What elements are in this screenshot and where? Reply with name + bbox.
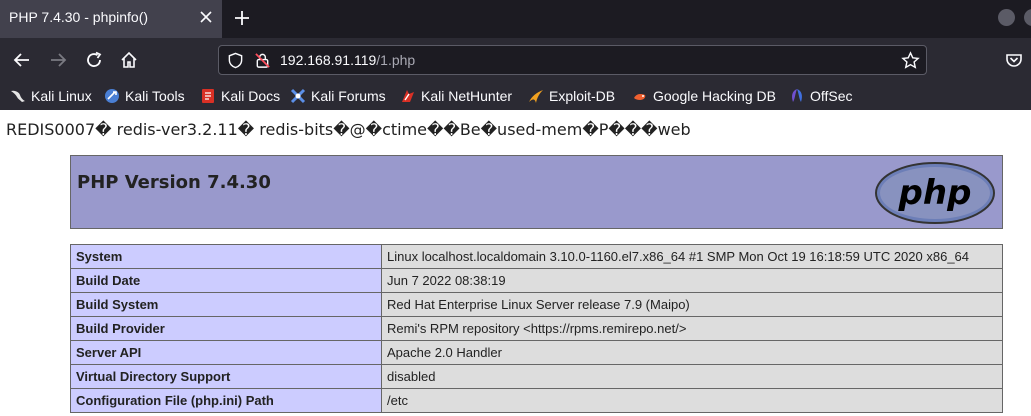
php-info-table: System Linux localhost.localdomain 3.10.…	[70, 244, 1003, 413]
bookmark-label: Exploit-DB	[549, 88, 616, 104]
bookmark-kali-tools[interactable]: Kali Tools	[104, 86, 185, 106]
url-text[interactable]: 192.168.91.119/1.php	[280, 52, 415, 68]
row-value: Red Hat Enterprise Linux Server release …	[381, 292, 1003, 317]
row-key: System	[70, 244, 382, 269]
maximize-button[interactable]	[1024, 9, 1031, 26]
table-row: Virtual Directory Support disabled	[70, 364, 1003, 389]
bookmark-label: OffSec	[810, 88, 853, 104]
bookmark-offsec[interactable]: OffSec	[789, 86, 853, 106]
bookmark-label: Kali Docs	[221, 88, 281, 104]
kali-docs-icon	[202, 89, 214, 103]
php-logo-text: php	[898, 173, 972, 213]
redis-dump-text: REDIS0007� redis-ver3.2.11� redis-bits�@…	[6, 120, 691, 139]
pocket-icon[interactable]	[1004, 50, 1024, 70]
row-key: Build System	[70, 292, 382, 317]
table-row: Build Provider Remi's RPM repository <ht…	[70, 316, 1003, 341]
navigation-toolbar: 192.168.91.119/1.php	[0, 38, 1031, 82]
home-icon[interactable]	[119, 50, 139, 70]
table-row: System Linux localhost.localdomain 3.10.…	[70, 244, 1003, 269]
bookmark-label: Kali Linux	[31, 88, 92, 104]
row-value: Apache 2.0 Handler	[381, 340, 1003, 365]
tab-strip: PHP 7.4.30 - phpinfo()	[0, 0, 1031, 38]
row-key: Server API	[70, 340, 382, 365]
php-version-header: PHP Version 7.4.30 php	[70, 155, 1003, 229]
table-row: Build System Red Hat Enterprise Linux Se…	[70, 292, 1003, 317]
offsec-icon	[792, 89, 802, 102]
row-key: Configuration File (php.ini) Path	[70, 388, 382, 413]
table-row: Configuration File (php.ini) Path /etc	[70, 388, 1003, 413]
bookmark-star-icon[interactable]	[901, 51, 920, 70]
bookmark-kali-forums[interactable]: Kali Forums	[290, 86, 386, 106]
row-value: disabled	[381, 364, 1003, 389]
page-title: PHP Version 7.4.30	[77, 172, 271, 193]
back-icon[interactable]	[12, 50, 32, 70]
shield-icon[interactable]	[227, 52, 244, 69]
forward-icon[interactable]	[48, 50, 68, 70]
php-logo-icon[interactable]: php	[874, 161, 996, 225]
kali-nethunter-icon	[402, 90, 414, 102]
bookmark-label: Kali Tools	[125, 88, 185, 104]
page-content: REDIS0007� redis-ver3.2.11� redis-bits�@…	[0, 110, 1031, 416]
bookmark-kali-linux[interactable]: Kali Linux	[10, 86, 92, 106]
url-path: /1.php	[376, 52, 416, 68]
tab-phpinfo[interactable]: PHP 7.4.30 - phpinfo()	[0, 0, 222, 38]
row-value: /etc	[381, 388, 1003, 413]
bookmark-kali-docs[interactable]: Kali Docs	[200, 86, 280, 106]
insecure-lock-icon[interactable]	[254, 52, 271, 69]
row-value: Jun 7 2022 08:38:19	[381, 268, 1003, 293]
url-host: 192.168.91.119	[280, 52, 377, 68]
row-value: Linux localhost.localdomain 3.10.0-1160.…	[381, 244, 1003, 269]
kali-forums-icon	[290, 88, 306, 104]
row-key: Virtual Directory Support	[70, 364, 382, 389]
bookmarks-toolbar: Kali Linux Kali Tools Kali Docs Kali For…	[0, 82, 1031, 110]
row-key: Build Date	[70, 268, 382, 293]
exploit-db-icon	[529, 90, 543, 103]
bookmark-label: Kali NetHunter	[421, 88, 513, 104]
bookmark-label: Google Hacking DB	[653, 88, 776, 104]
bookmark-google-hacking-db[interactable]: Google Hacking DB	[632, 86, 776, 106]
table-row: Build Date Jun 7 2022 08:38:19	[70, 268, 1003, 293]
minimize-button[interactable]	[998, 9, 1015, 26]
kali-tools-icon	[105, 89, 119, 103]
url-bar[interactable]: 192.168.91.119/1.php	[218, 45, 927, 75]
new-tab-icon[interactable]	[233, 9, 251, 27]
bookmark-label: Kali Forums	[311, 88, 386, 104]
tab-title: PHP 7.4.30 - phpinfo()	[9, 9, 149, 25]
bookmark-exploit-db[interactable]: Exploit-DB	[528, 86, 615, 106]
row-value: Remi's RPM repository <https://rpms.remi…	[381, 316, 1003, 341]
row-key: Build Provider	[70, 316, 382, 341]
reload-icon[interactable]	[84, 50, 104, 70]
bookmark-kali-nethunter[interactable]: Kali NetHunter	[400, 86, 512, 106]
ghdb-icon	[634, 94, 646, 100]
close-icon[interactable]	[198, 9, 214, 25]
table-row: Server API Apache 2.0 Handler	[70, 340, 1003, 365]
kali-dragon-icon	[11, 90, 25, 102]
